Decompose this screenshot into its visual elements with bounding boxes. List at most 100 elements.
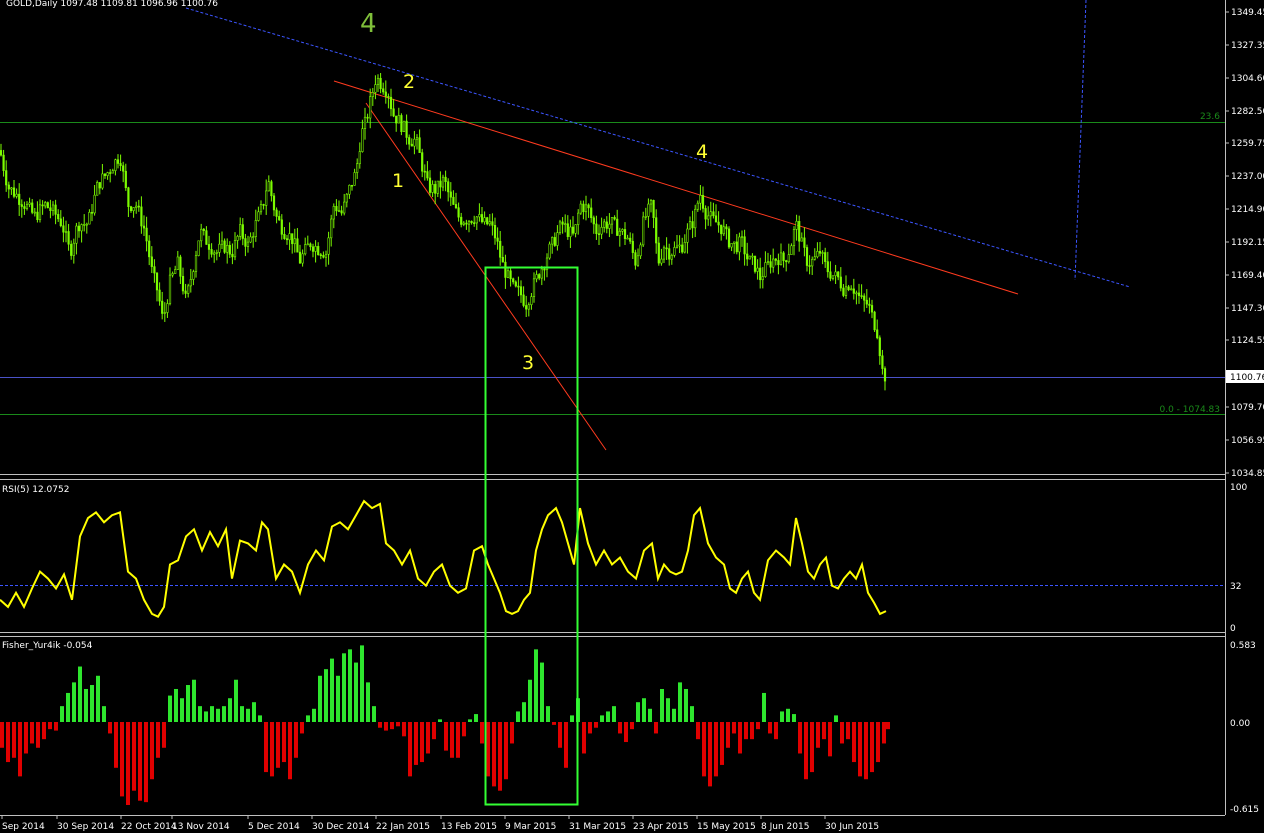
candle-body <box>727 228 731 248</box>
candle-body <box>28 202 31 205</box>
fisher-bar <box>498 722 502 791</box>
fisher-bar <box>546 706 550 722</box>
candle-body <box>239 224 242 237</box>
candle-body <box>678 244 681 247</box>
candle-body <box>33 211 36 214</box>
fisher-bar <box>294 722 298 758</box>
candle-body <box>753 255 757 272</box>
fisher-bar <box>144 722 148 803</box>
candle-body <box>714 215 718 223</box>
candle-body <box>252 236 255 238</box>
fisher-bar <box>822 722 826 740</box>
current-price-tag-text: 1100.76 <box>1230 373 1264 383</box>
candle-body <box>569 226 572 237</box>
fisher-bar <box>312 708 316 722</box>
candle-body <box>267 181 270 192</box>
candle-body <box>558 221 562 233</box>
fisher-bar <box>18 722 22 777</box>
candle-body <box>514 281 517 287</box>
candle-body <box>683 242 686 253</box>
candle-body <box>787 254 790 263</box>
candle-body <box>343 201 346 214</box>
candle-body <box>62 225 65 233</box>
candle-body <box>148 240 151 258</box>
candle-body <box>634 252 637 266</box>
candle-body <box>122 165 125 172</box>
candle-body <box>38 204 42 220</box>
candle-body <box>317 246 320 256</box>
candle-body <box>140 206 143 227</box>
candle-body <box>233 240 237 258</box>
candle-body <box>668 248 671 260</box>
candle-body <box>166 303 169 313</box>
price-axis: 1349.45 1327.35 1304.60 1282.50 1259.75 1237.… <box>1225 8 1264 479</box>
candle-body <box>657 242 660 264</box>
candle-body <box>345 193 348 203</box>
candle-body <box>353 172 356 186</box>
candle-body <box>249 236 252 243</box>
fisher-bar <box>558 722 562 748</box>
fisher-bar <box>816 722 820 748</box>
fisher-bar <box>426 722 430 754</box>
candle-body <box>215 252 218 254</box>
candle-body <box>571 226 575 234</box>
candle-body <box>551 237 554 245</box>
candle-body <box>605 221 608 229</box>
fisher-bar <box>516 711 520 722</box>
candle-body <box>839 276 842 289</box>
candle-body <box>202 228 205 232</box>
fisher-bar <box>666 698 670 722</box>
candle-body <box>665 247 668 250</box>
fisher-bar <box>840 722 844 744</box>
fisher-bar <box>372 706 376 722</box>
candle-body <box>779 252 783 266</box>
fisher-bar <box>408 722 412 777</box>
candle-body <box>454 204 458 209</box>
fisher-bar <box>168 695 172 722</box>
fisher-bar <box>138 722 142 801</box>
fisher-bar <box>390 722 394 730</box>
candle-body <box>863 295 866 301</box>
fisher-bar <box>438 719 442 722</box>
fisher-bar <box>126 722 130 805</box>
candle-body <box>792 229 796 247</box>
candle-body <box>878 337 881 357</box>
fisher-bar <box>402 722 406 737</box>
candle-body <box>506 270 510 278</box>
price-tick-label: 1349.45 <box>1231 8 1264 18</box>
candle-body <box>525 305 528 310</box>
candle-body <box>709 211 712 217</box>
fisher-bar <box>462 722 466 737</box>
candle-body <box>270 181 273 197</box>
fisher-bar <box>492 722 496 787</box>
candle-body <box>210 249 213 255</box>
candle-body <box>98 182 101 189</box>
fisher-bar <box>270 722 274 777</box>
candle-body <box>647 203 650 217</box>
candle-body <box>124 170 127 189</box>
candle-body <box>176 256 179 270</box>
fisher-bar <box>114 722 118 768</box>
fisher-bar <box>468 719 472 722</box>
fisher-bar <box>786 708 790 722</box>
time-tick-label: 30 Dec 2014 <box>312 822 370 832</box>
fisher-bar <box>174 688 178 722</box>
fisher-bar <box>102 706 106 722</box>
candle-body <box>116 159 120 164</box>
candle-body <box>306 243 309 246</box>
fisher-bar <box>12 722 16 758</box>
candle-body <box>322 255 325 258</box>
candle-body <box>70 243 73 256</box>
candle-body <box>161 300 164 314</box>
fisher-bar <box>198 706 202 722</box>
candle-body <box>561 221 564 225</box>
candle-body <box>135 205 138 208</box>
candle-body <box>772 258 775 268</box>
candle-body <box>785 260 788 263</box>
fisher-bar <box>564 722 568 768</box>
candle-body <box>707 215 710 220</box>
candle-body <box>556 232 559 246</box>
time-tick-label: 30 Sep 2014 <box>57 822 114 832</box>
fisher-tick-zero: 0.00 <box>1230 719 1250 729</box>
candle-body <box>163 312 166 314</box>
